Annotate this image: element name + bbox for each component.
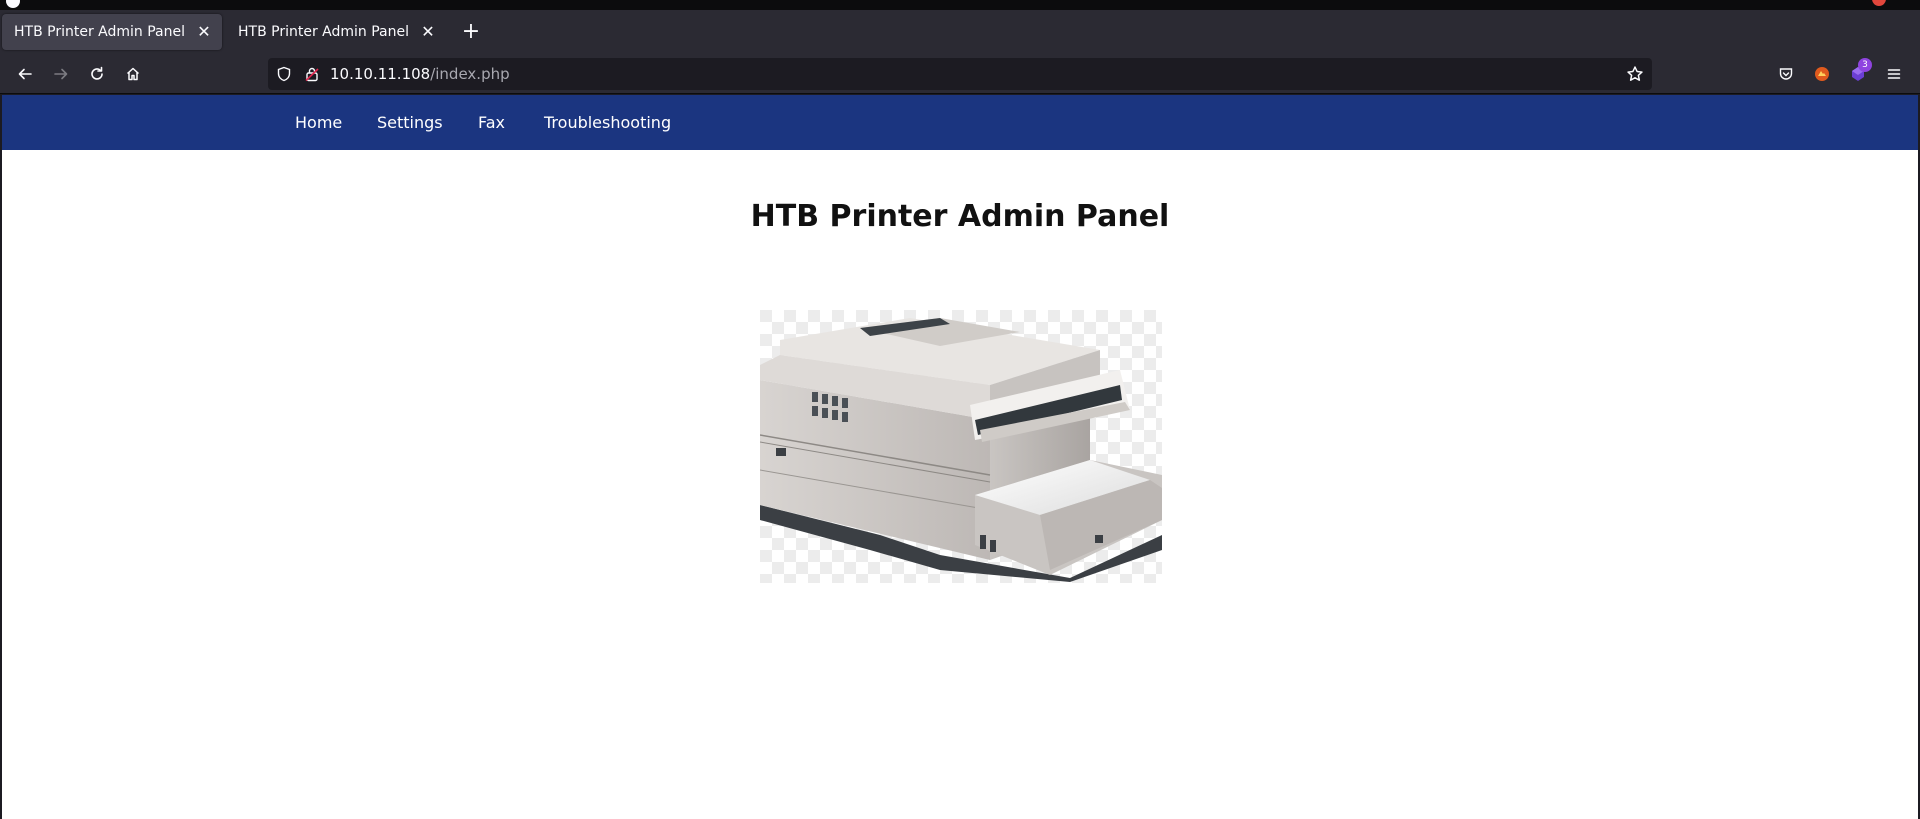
extension-button[interactable]: 3 [1844,58,1872,88]
navigation-toolbar: 10.10.11.108/index.php 3 [0,54,1920,94]
page-title: HTB Printer Admin Panel [750,199,1170,234]
page-viewport: Home Settings Fax Troubleshooting HTB Pr… [2,95,1918,819]
close-tab-icon[interactable]: ✕ [194,22,214,42]
extension-badge: 3 [1858,58,1872,72]
nav-link-troubleshooting[interactable]: Troubleshooting [544,113,671,132]
url-bar[interactable]: 10.10.11.108/index.php [268,58,1652,90]
notification-dot-icon [1872,0,1886,6]
home-icon [126,67,140,81]
window-control-icon[interactable] [6,0,20,8]
lock-icon[interactable] [304,66,320,82]
tab-htb-printer-admin-panel-2[interactable]: HTB Printer Admin Panel ✕ [226,14,446,50]
close-tab-icon[interactable]: ✕ [418,22,438,42]
extension-icon [1815,67,1829,81]
menu-icon [1887,69,1901,79]
window-edge-left [0,95,2,819]
extension-button[interactable] [1808,60,1836,88]
back-button[interactable] [11,60,39,88]
pocket-icon [1779,68,1793,80]
nav-link-settings[interactable]: Settings [377,113,443,132]
window-top-strip [0,0,1920,10]
reload-button[interactable] [83,60,111,88]
forward-button[interactable] [47,60,75,88]
forward-icon [54,68,68,80]
nav-link-fax[interactable]: Fax [478,113,505,132]
tab-label: HTB Printer Admin Panel [14,24,185,40]
pocket-button[interactable] [1772,60,1800,88]
shield-icon[interactable] [276,66,292,82]
printer-image [760,310,1162,583]
menu-button[interactable] [1880,60,1908,88]
new-tab-button[interactable]: + [460,21,482,44]
url-path: /index.php [430,65,510,83]
star-icon[interactable] [1626,65,1644,83]
url-host: 10.10.11.108 [330,65,431,83]
home-button[interactable] [119,60,147,88]
tab-htb-printer-admin-panel-1[interactable]: HTB Printer Admin Panel ✕ [2,14,222,50]
back-icon [18,68,32,80]
url-text[interactable]: 10.10.11.108/index.php [330,65,510,83]
reload-icon [91,66,103,80]
tab-bar: HTB Printer Admin Panel ✕ HTB Printer Ad… [0,10,1920,54]
tab-label: HTB Printer Admin Panel [238,24,409,40]
site-navbar: Home Settings Fax Troubleshooting [2,95,1918,150]
nav-link-home[interactable]: Home [295,113,342,132]
